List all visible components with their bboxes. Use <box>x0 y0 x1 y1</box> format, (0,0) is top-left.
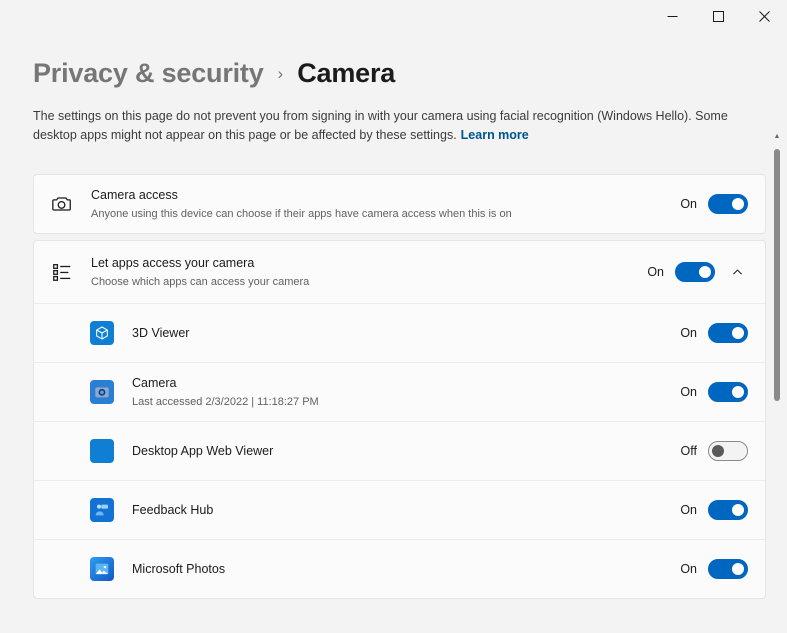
scrollbar-thumb[interactable] <box>774 149 780 401</box>
scrollbar-track[interactable] <box>771 143 783 633</box>
maximize-button[interactable] <box>695 0 741 33</box>
table-row[interactable]: Microsoft Photos On <box>34 539 765 598</box>
app-toggle[interactable] <box>708 441 748 461</box>
table-row[interactable]: Camera Last accessed 2/3/2022 | 11:18:27… <box>34 362 765 421</box>
minimize-icon <box>667 11 678 22</box>
camera-access-toggle[interactable] <box>708 194 748 214</box>
app-name: Microsoft Photos <box>132 561 680 578</box>
settings-page: Privacy & security › Camera The settings… <box>0 33 787 617</box>
app-name: 3D Viewer <box>132 325 680 342</box>
breadcrumb-separator-icon: › <box>278 64 284 84</box>
app-toggle-cell: Off <box>681 441 748 461</box>
app-state-label: On <box>680 562 697 576</box>
breadcrumb-parent-link[interactable]: Privacy & security <box>33 57 264 89</box>
app-toggle[interactable] <box>708 323 748 343</box>
camera-access-control: On <box>680 194 748 214</box>
vertical-scrollbar[interactable]: ▲ <box>771 133 783 633</box>
toggle-knob <box>732 327 744 339</box>
app-last-accessed: Last accessed 2/3/2022 | 11:18:27 PM <box>132 394 680 410</box>
app-name-cell: 3D Viewer <box>132 325 680 342</box>
app-toggle[interactable] <box>708 559 748 579</box>
scroll-up-arrow-icon[interactable]: ▲ <box>774 133 781 141</box>
let-apps-access-control: On <box>647 262 748 282</box>
table-row[interactable]: 3D Viewer On <box>34 303 765 362</box>
toggle-knob <box>732 386 744 398</box>
close-button[interactable] <box>741 0 787 33</box>
let-apps-access-row[interactable]: Let apps access your camera Choose which… <box>34 241 765 303</box>
app-state-label: On <box>680 385 697 399</box>
app-name: Desktop App Web Viewer <box>132 443 681 460</box>
app-toggle[interactable] <box>708 500 748 520</box>
let-apps-access-text: Let apps access your camera Choose which… <box>91 255 647 290</box>
app-name: Camera <box>132 375 680 392</box>
app-name-cell: Camera Last accessed 2/3/2022 | 11:18:27… <box>132 375 680 410</box>
toggle-knob <box>699 266 711 278</box>
camera-access-text: Camera access Anyone using this device c… <box>91 187 680 222</box>
3d-viewer-icon <box>90 321 114 345</box>
page-title: Camera <box>297 57 395 89</box>
let-apps-access-subtitle: Choose which apps can access your camera <box>91 274 647 290</box>
camera-icon <box>51 193 85 215</box>
let-apps-access-card: Let apps access your camera Choose which… <box>33 240 766 599</box>
toggle-knob <box>732 563 744 575</box>
desktop-app-web-viewer-icon <box>90 439 114 463</box>
learn-more-link[interactable]: Learn more <box>461 128 529 142</box>
chevron-up-icon[interactable] <box>726 266 748 279</box>
camera-access-state-label: On <box>680 197 697 211</box>
camera-access-row[interactable]: Camera access Anyone using this device c… <box>34 175 765 233</box>
table-row[interactable]: Desktop App Web Viewer Off <box>34 421 765 480</box>
let-apps-access-state-label: On <box>647 265 664 279</box>
table-row[interactable]: Feedback Hub On <box>34 480 765 539</box>
feedback-hub-icon <box>90 498 114 522</box>
app-toggle-cell: On <box>680 323 748 343</box>
let-apps-access-toggle[interactable] <box>675 262 715 282</box>
settings-cards: Camera access Anyone using this device c… <box>33 174 766 599</box>
app-toggle-cell: On <box>680 500 748 520</box>
close-icon <box>759 11 770 22</box>
app-name-cell: Microsoft Photos <box>132 561 680 578</box>
minimize-button[interactable] <box>649 0 695 33</box>
app-toggle[interactable] <box>708 382 748 402</box>
app-name-cell: Desktop App Web Viewer <box>132 443 681 460</box>
toggle-knob <box>712 445 724 457</box>
page-description-text: The settings on this page do not prevent… <box>33 109 728 142</box>
breadcrumb: Privacy & security › Camera <box>33 33 787 89</box>
toggle-knob <box>732 198 744 210</box>
app-list-icon <box>51 261 85 283</box>
app-toggle-cell: On <box>680 382 748 402</box>
app-state-label: On <box>680 503 697 517</box>
maximize-icon <box>713 11 724 22</box>
microsoft-photos-icon <box>90 557 114 581</box>
app-state-label: On <box>680 326 697 340</box>
toggle-knob <box>732 504 744 516</box>
app-name: Feedback Hub <box>132 502 680 519</box>
app-name-cell: Feedback Hub <box>132 502 680 519</box>
app-toggle-cell: On <box>680 559 748 579</box>
camera-app-icon <box>90 380 114 404</box>
camera-access-subtitle: Anyone using this device can choose if t… <box>91 206 680 222</box>
let-apps-access-title: Let apps access your camera <box>91 255 647 272</box>
app-state-label: Off <box>681 444 697 458</box>
page-description: The settings on this page do not prevent… <box>33 107 749 145</box>
camera-access-title: Camera access <box>91 187 680 204</box>
camera-access-card: Camera access Anyone using this device c… <box>33 174 766 234</box>
title-bar <box>0 0 787 33</box>
